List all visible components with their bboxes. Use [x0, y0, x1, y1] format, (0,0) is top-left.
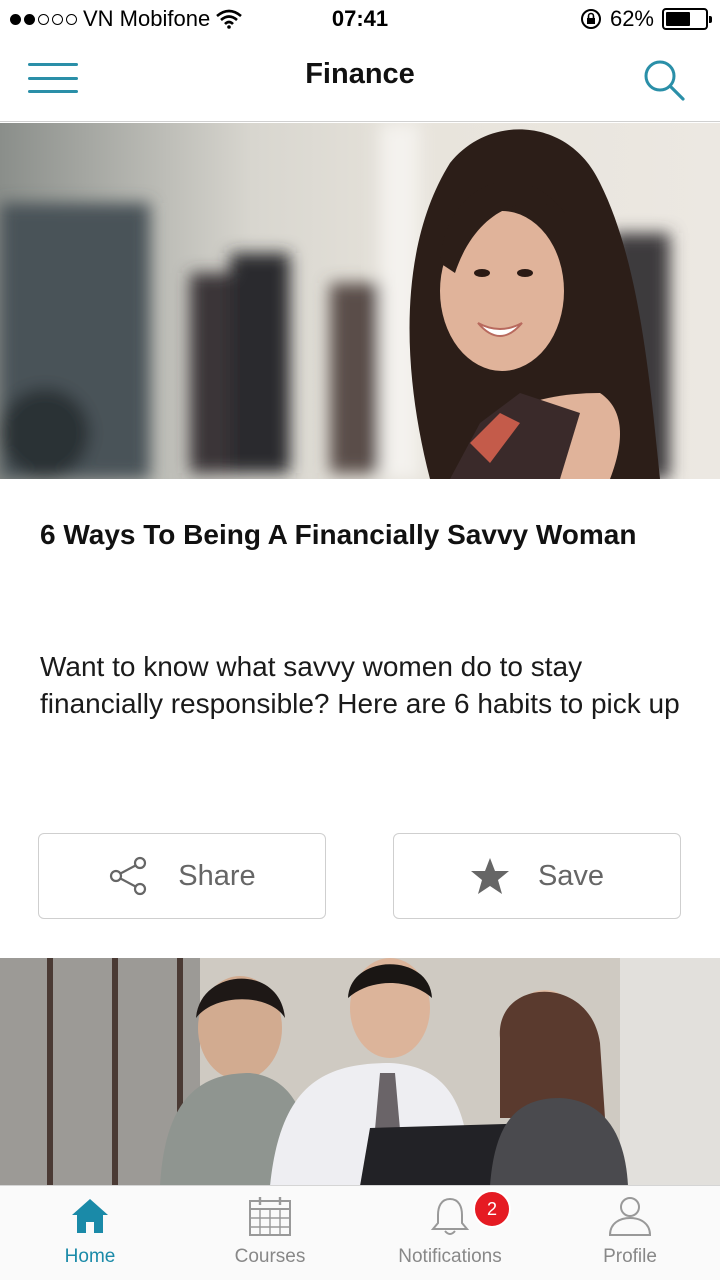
article-photo — [0, 123, 720, 479]
nav-bar: Finance — [0, 40, 720, 122]
home-icon — [65, 1194, 115, 1238]
article-title[interactable]: 6 Ways To Being A Financially Savvy Woma… — [40, 516, 640, 553]
share-button[interactable]: Share — [38, 833, 326, 919]
bottom-tab-bar: Home Courses 2 Notifications Profile — [0, 1185, 720, 1280]
tab-notifications[interactable]: 2 Notifications — [360, 1186, 540, 1280]
battery-icon — [662, 8, 712, 30]
tab-label: Profile — [603, 1246, 657, 1267]
tab-label: Courses — [234, 1246, 306, 1267]
tab-label: Home — [64, 1246, 116, 1267]
save-button[interactable]: Save — [393, 833, 681, 919]
article-description: Want to know what savvy women do to stay… — [40, 651, 680, 719]
notification-badge: 2 — [473, 1190, 511, 1228]
battery-fill — [666, 12, 690, 26]
tab-label: Notifications — [398, 1246, 502, 1267]
next-article-image[interactable] — [0, 958, 720, 1186]
status-bar: VN Mobifone 07:41 62% — [0, 0, 720, 40]
search-icon[interactable] — [642, 58, 686, 102]
page-title: Finance — [305, 58, 415, 90]
tab-courses[interactable]: Courses — [180, 1186, 360, 1280]
rotation-lock-icon — [580, 9, 601, 29]
next-article-photo — [0, 958, 720, 1186]
calendar-icon — [245, 1194, 295, 1238]
share-label: Share — [178, 859, 256, 892]
battery-percent: 62% — [609, 6, 654, 31]
status-right: 62% — [580, 6, 712, 32]
hamburger-menu-icon[interactable] — [28, 60, 78, 96]
save-label: Save — [537, 859, 605, 892]
tab-profile[interactable]: Profile — [540, 1186, 720, 1280]
bell-icon: 2 — [425, 1190, 511, 1238]
article-image[interactable] — [0, 123, 720, 479]
person-icon — [605, 1194, 655, 1238]
share-icon — [110, 856, 147, 896]
star-icon — [470, 858, 509, 894]
tab-home[interactable]: Home — [0, 1186, 180, 1280]
